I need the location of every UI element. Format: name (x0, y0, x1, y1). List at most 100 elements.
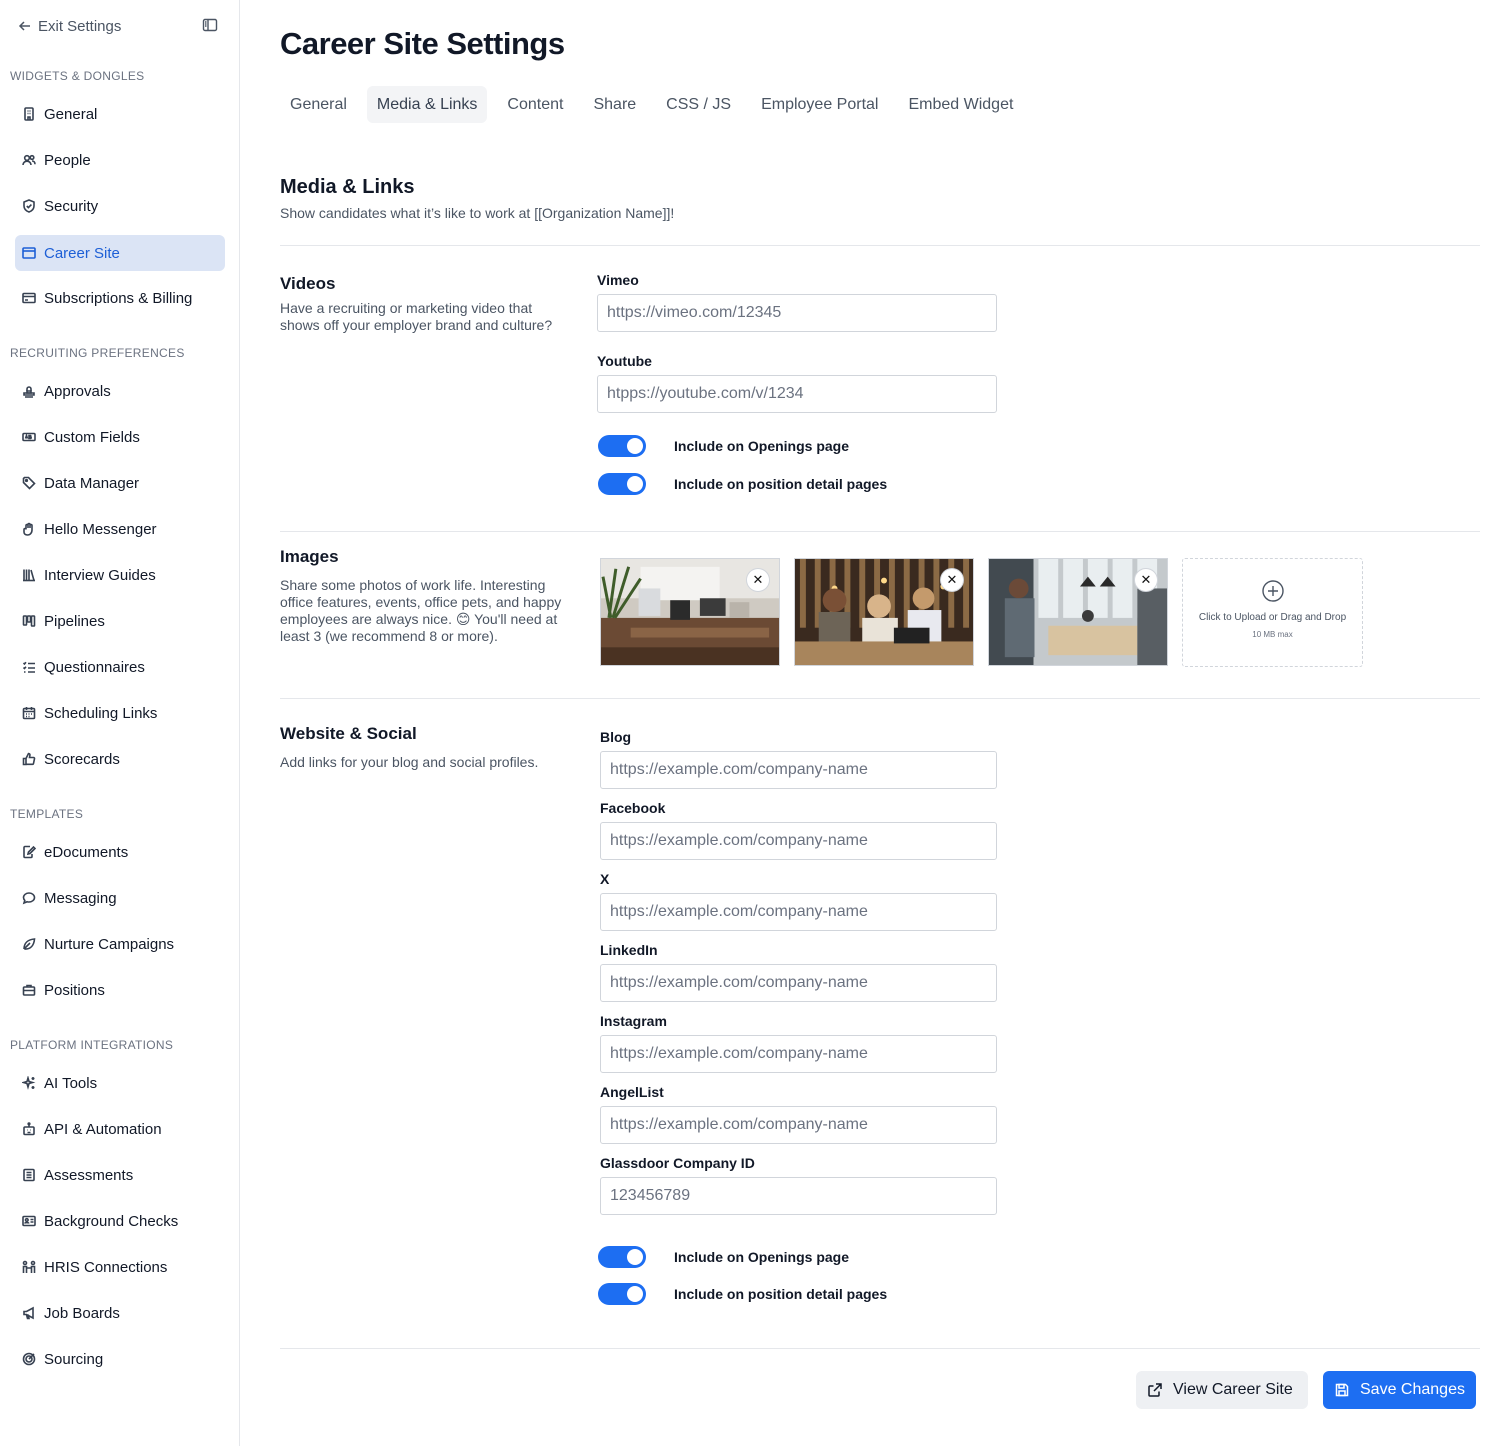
settings-main: Career Site Settings General Media & Lin… (280, 0, 1480, 1446)
remove-image-button[interactable]: ✕ (747, 569, 769, 591)
sidebar-item-label: Data Manager (44, 474, 140, 492)
section-title-integrations: PLATFORM INTEGRATIONS (10, 1038, 174, 1052)
sidebar-item-job-boards[interactable]: Job Boards (15, 1295, 225, 1331)
sidebar-item-label: Assessments (44, 1166, 134, 1184)
sidebar-item-security[interactable]: Security (15, 188, 225, 224)
sidebar-item-label: Scorecards (44, 750, 120, 768)
sidebar-item-ai-tools[interactable]: AI Tools (15, 1065, 225, 1101)
facebook-input[interactable] (600, 822, 997, 860)
gallery-image-workspace[interactable]: ✕ (988, 558, 1168, 666)
sidebar-item-background-checks[interactable]: Background Checks (15, 1203, 225, 1239)
social-openings-toggle[interactable] (598, 1246, 646, 1268)
glassdoor-input[interactable] (600, 1177, 997, 1215)
sidebar-item-people[interactable]: People (15, 142, 225, 178)
tab-css-js[interactable]: CSS / JS (656, 86, 741, 123)
sidebar-item-custom-fields[interactable]: Custom Fields (15, 419, 225, 455)
shield-check-icon (23, 199, 35, 213)
gallery-image-office[interactable]: ✕ (600, 558, 780, 666)
sidebar-item-label: General (44, 105, 98, 123)
videos-description: Have a recruiting or marketing video tha… (280, 300, 553, 333)
view-career-site-label: View Career Site (1173, 1381, 1293, 1398)
sidebar-item-pipelines[interactable]: Pipelines (15, 603, 225, 639)
sidebar-item-api-automation[interactable]: API & Automation (15, 1111, 225, 1147)
sidebar-item-label: Messaging (44, 889, 117, 907)
sidebar-item-data-manager[interactable]: Data Manager (15, 465, 225, 501)
sidebar-item-nurture-campaigns[interactable]: Nurture Campaigns (15, 926, 225, 962)
chat-bubble-icon (22, 892, 36, 905)
sidebar-item-label: Positions (44, 981, 105, 999)
settings-tabs: General Media & Links Content Share CSS … (280, 86, 1033, 123)
videos-detail-toggle[interactable] (598, 473, 646, 495)
sidebar-item-sourcing[interactable]: Sourcing (15, 1341, 225, 1377)
sidebar-item-interview-guides[interactable]: Interview Guides (15, 557, 225, 593)
sidebar-item-billing[interactable]: Subscriptions & Billing (15, 280, 225, 316)
sidebar-item-assessments[interactable]: Assessments (15, 1157, 225, 1193)
sidebar-item-general[interactable]: General (15, 96, 225, 132)
section-title-widgets: WIDGETS & DONGLES (10, 69, 145, 83)
instagram-label: Instagram (600, 1013, 667, 1029)
sidebar-item-label: People (44, 151, 91, 169)
vimeo-input[interactable] (597, 294, 997, 332)
tab-content[interactable]: Content (497, 86, 573, 123)
sidebar-item-label: Custom Fields (44, 428, 140, 446)
library-icon (23, 569, 35, 582)
sidebar-item-hris-connections[interactable]: HRIS Connections (15, 1249, 225, 1285)
linkedin-input[interactable] (600, 964, 997, 1002)
tab-embed-widget[interactable]: Embed Widget (898, 86, 1023, 123)
tab-general[interactable]: General (280, 86, 357, 123)
save-changes-label: Save Changes (1360, 1381, 1465, 1398)
social-detail-toggle-label: Include on position detail pages (674, 1286, 888, 1302)
sidebar-item-messaging[interactable]: Messaging (15, 880, 225, 916)
sidebar-item-approvals[interactable]: Approvals (15, 373, 225, 409)
remove-image-button[interactable]: ✕ (941, 569, 963, 591)
settings-sidebar: Exit Settings WIDGETS & DONGLES General … (0, 0, 240, 1446)
tab-employee-portal[interactable]: Employee Portal (751, 86, 888, 123)
sidebar-item-label: eDocuments (44, 843, 129, 861)
sidebar-item-label: Background Checks (44, 1212, 179, 1230)
divider (280, 531, 1480, 532)
people-connection-icon (22, 1260, 36, 1273)
angellist-input[interactable] (600, 1106, 997, 1144)
sidebar-item-scheduling-links[interactable]: Scheduling Links (15, 695, 225, 731)
gallery-image-meeting[interactable]: ✕ (794, 558, 974, 666)
upload-instructions: Click to Upload or Drag and Drop (1198, 612, 1347, 623)
videos-openings-toggle-label: Include on Openings page (674, 438, 850, 454)
divider (280, 1348, 1480, 1349)
sidebar-item-positions[interactable]: Positions (15, 972, 225, 1008)
document-edit-icon (23, 845, 36, 859)
exit-settings-link[interactable]: Exit Settings (18, 16, 121, 36)
page-title: Career Site Settings (280, 26, 565, 61)
blog-input[interactable] (600, 751, 997, 789)
sidebar-collapse-icon[interactable] (202, 17, 218, 33)
sidebar-item-label: HRIS Connections (44, 1258, 168, 1276)
section-title-templates: TEMPLATES (10, 807, 84, 821)
sidebar-item-label: Approvals (44, 382, 111, 400)
x-input[interactable] (600, 893, 997, 931)
sidebar-item-questionnaires[interactable]: Questionnaires (15, 649, 225, 685)
robot-icon (23, 1122, 35, 1136)
view-career-site-button[interactable]: View Career Site (1136, 1371, 1308, 1409)
videos-openings-toggle[interactable] (598, 435, 646, 457)
thumbs-up-icon (22, 752, 36, 766)
facebook-label: Facebook (600, 800, 666, 816)
tab-media-links[interactable]: Media & Links (366, 86, 488, 123)
sidebar-item-label: Sourcing (44, 1350, 104, 1368)
external-link-icon (1148, 1383, 1162, 1397)
sparkles-icon (22, 1076, 36, 1090)
social-detail-toggle[interactable] (598, 1283, 646, 1305)
x-label: X (600, 871, 610, 887)
sidebar-item-label: Subscriptions & Billing (44, 289, 193, 307)
instagram-input[interactable] (600, 1035, 997, 1073)
youtube-input[interactable] (597, 375, 997, 413)
sidebar-item-edocuments[interactable]: eDocuments (15, 834, 225, 870)
arrow-left-icon (18, 21, 30, 31)
sidebar-item-hello-messenger[interactable]: Hello Messenger (15, 511, 225, 547)
sidebar-item-scorecards[interactable]: Scorecards (15, 741, 225, 777)
tab-share[interactable]: Share (583, 86, 646, 123)
remove-image-button[interactable]: ✕ (1135, 569, 1157, 591)
sidebar-item-career-site[interactable]: Career Site (15, 235, 225, 271)
save-changes-button[interactable]: Save Changes (1323, 1371, 1476, 1409)
image-upload-dropzone[interactable]: Click to Upload or Drag and Drop 10 MB m… (1182, 558, 1363, 667)
glassdoor-label: Glassdoor Company ID (600, 1155, 755, 1171)
angellist-label: AngelList (600, 1084, 664, 1100)
